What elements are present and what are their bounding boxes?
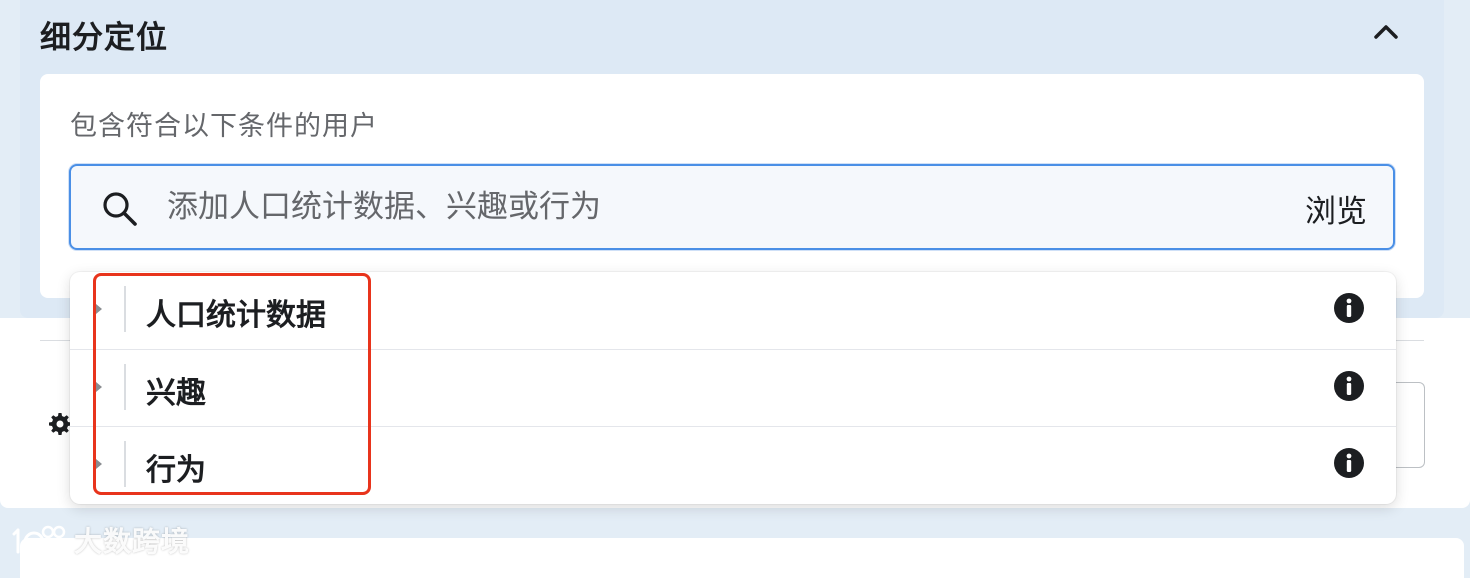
watermark: 大数跨境 [12, 520, 190, 560]
browse-button[interactable]: 浏览 [1305, 186, 1367, 231]
include-label: 包含符合以下条件的用户 [70, 111, 378, 142]
targeting-search-box[interactable]: 浏览 [69, 164, 1395, 250]
tree-line [124, 286, 126, 332]
info-icon[interactable] [1333, 292, 1365, 324]
watermark-text: 大数跨境 [74, 525, 191, 558]
info-icon[interactable] [1333, 370, 1365, 402]
collapse-button[interactable] [1368, 14, 1404, 50]
targeting-dropdown: 人口统计数据 兴趣 行为 [70, 272, 1396, 504]
tree-line [124, 364, 126, 410]
dropdown-item-label: 行为 [146, 453, 206, 488]
search-icon [103, 192, 137, 226]
expand-caret-icon[interactable] [96, 304, 102, 314]
gear-icon [49, 413, 71, 435]
dropdown-item-label: 人口统计数据 [146, 298, 326, 333]
next-section-card [20, 538, 1464, 578]
tree-line [124, 441, 126, 487]
dropdown-item-behaviors[interactable]: 行为 [70, 426, 1396, 504]
dropdown-item-interests[interactable]: 兴趣 [70, 349, 1396, 427]
search-input[interactable] [165, 182, 1249, 232]
watermark-logo-icon [12, 525, 66, 554]
expand-caret-icon[interactable] [96, 459, 102, 469]
info-icon[interactable] [1333, 447, 1365, 479]
dropdown-item-demographics[interactable]: 人口统计数据 [70, 272, 1396, 349]
expand-caret-icon[interactable] [96, 382, 102, 392]
dropdown-item-label: 兴趣 [146, 376, 206, 411]
chevron-up-icon [1374, 25, 1398, 39]
section-title: 细分定位 [40, 20, 168, 56]
